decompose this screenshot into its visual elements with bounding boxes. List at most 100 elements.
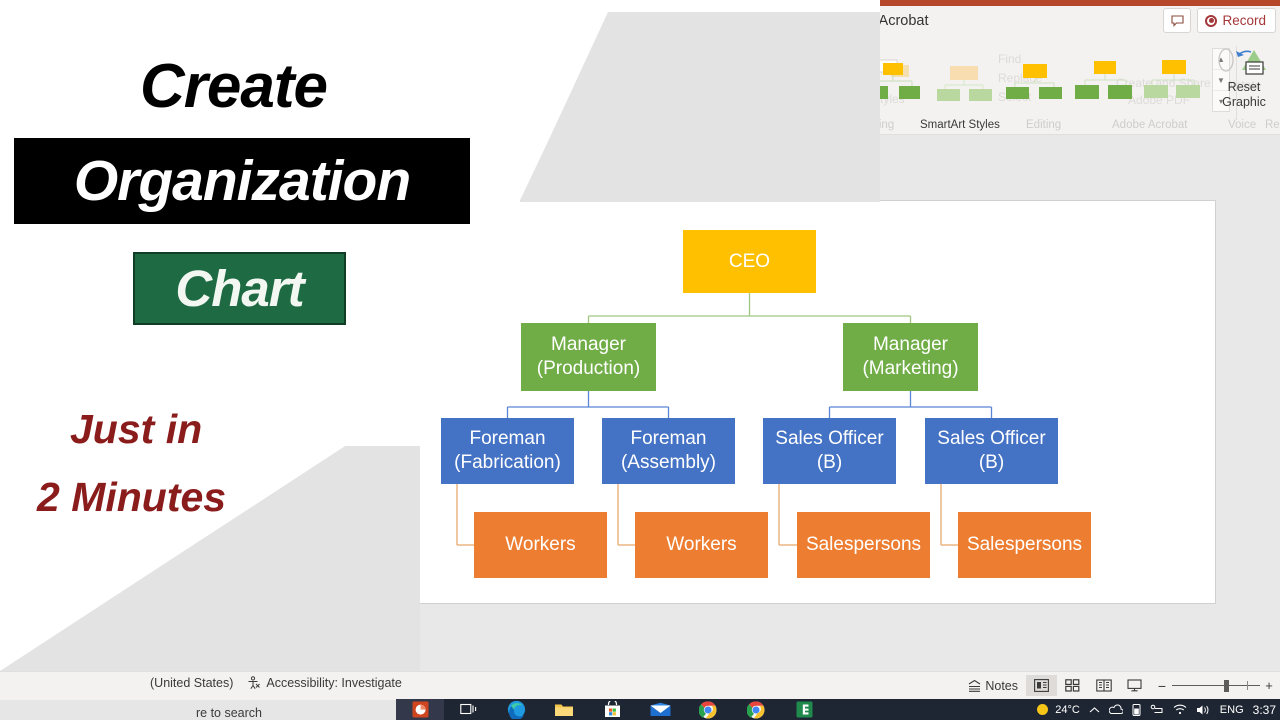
org-node-label: Salespersons <box>966 534 1083 555</box>
reset-graphic-icon <box>1216 46 1272 80</box>
org-node-mgr_mkt[interactable]: Manager (Marketing) <box>843 323 978 391</box>
taskbar-search-hint[interactable]: re to search <box>196 706 262 720</box>
taskbar-powerpoint[interactable] <box>396 699 444 720</box>
weather-temp: 24°C <box>1055 703 1080 716</box>
headline-chart-box: Chart <box>133 252 346 325</box>
view-normal[interactable] <box>1026 675 1057 696</box>
zoom-in-button[interactable]: + <box>1264 678 1274 693</box>
group-label-editing: Editing <box>1026 119 1062 131</box>
comments-button[interactable] <box>1163 8 1192 33</box>
org-node-fm_asm[interactable]: Foreman (Assembly) <box>602 418 735 484</box>
zoom-slider-thumb[interactable] <box>1224 679 1229 692</box>
org-node-sp_1[interactable]: Salespersons <box>797 512 930 578</box>
smartart-style-4[interactable] <box>1000 47 1069 119</box>
excel-icon <box>796 701 812 718</box>
group-label-reset: Res <box>1265 119 1280 131</box>
group-label-adobe-acrobat: Adobe Acrobat <box>1112 119 1188 131</box>
org-node-label: Foreman (Fabrication) <box>454 428 561 473</box>
weather-widget[interactable]: 24°C <box>1035 702 1080 717</box>
org-node-label: Manager (Production) <box>536 334 641 379</box>
status-bar-left: (United States) Accessibility: Investiga… <box>150 676 402 690</box>
view-reading[interactable] <box>1088 675 1119 696</box>
org-node-so_b[interactable]: Sales Officer (B) <box>925 418 1058 484</box>
org-node-label: Workers <box>505 534 576 555</box>
org-node-label: CEO <box>728 250 771 272</box>
notes-label: Notes <box>985 678 1018 693</box>
taskbar-excel[interactable] <box>780 699 828 720</box>
smartart-style-6[interactable] <box>1139 47 1208 119</box>
zoom-slider-tick <box>1247 680 1248 690</box>
accessibility-label: Accessibility: Investigate <box>266 676 402 690</box>
group-label-voice: Voice <box>1228 119 1257 131</box>
language-indicator[interactable]: (United States) <box>150 676 233 690</box>
battery-tray[interactable] <box>1132 703 1141 717</box>
ribbon-right-commands: Record <box>1163 8 1276 33</box>
bluetooth-tray[interactable] <box>1150 704 1164 716</box>
status-bar-right: Notes − + <box>959 675 1274 696</box>
reading-view-icon <box>1095 679 1112 692</box>
volume-tray[interactable] <box>1196 704 1211 716</box>
folder-icon <box>555 704 573 716</box>
org-node-fm_fab[interactable]: Foreman (Fabrication) <box>441 418 574 484</box>
smartart-style-3[interactable] <box>931 47 1000 119</box>
show-hidden-icons[interactable] <box>1089 706 1100 714</box>
taskbar-chrome-2[interactable] <box>732 699 780 720</box>
tab-acrobat[interactable]: Acrobat <box>877 10 931 32</box>
accessibility-status[interactable]: Accessibility: Investigate <box>247 676 402 690</box>
org-node-wk_1[interactable]: Workers <box>474 512 607 578</box>
taskbar-edge[interactable] <box>492 699 540 720</box>
network-tray[interactable] <box>1173 704 1187 715</box>
record-button[interactable]: Record <box>1197 8 1276 33</box>
powerpoint-icon <box>412 701 428 718</box>
bluetooth-icon <box>1150 704 1163 713</box>
language-tray[interactable]: ENG <box>1220 704 1244 716</box>
org-node-label: Salespersons <box>805 534 922 555</box>
notes-button[interactable]: Notes <box>959 675 1026 696</box>
headline-minutes: 2 Minutes <box>37 474 227 520</box>
org-node-so_a[interactable]: Sales Officer (B) <box>763 418 896 484</box>
headline-create: Create <box>140 52 328 121</box>
org-node-label: Workers <box>666 534 737 555</box>
notes-icon <box>967 679 982 692</box>
view-slideshow[interactable] <box>1119 675 1150 696</box>
chrome-icon <box>747 700 765 718</box>
wifi-icon <box>1173 704 1187 715</box>
clock[interactable]: 3:37 <box>1253 703 1276 717</box>
taskbar-file-explorer[interactable] <box>540 699 588 720</box>
onedrive-tray[interactable] <box>1108 704 1123 715</box>
org-node-mgr_prod[interactable]: Manager (Production) <box>521 323 656 391</box>
normal-view-icon <box>1034 679 1049 692</box>
smartart-style-5[interactable] <box>1069 47 1138 119</box>
accessibility-icon <box>247 676 261 690</box>
taskbar-mail[interactable] <box>636 699 684 720</box>
taskbar-store[interactable] <box>588 699 636 720</box>
slideshow-icon <box>1127 679 1142 692</box>
headline-organization: Organization <box>73 149 411 213</box>
windows-taskbar: 24°C ENG 3:37 <box>396 699 1280 720</box>
headline-just-in: Just in <box>70 406 203 452</box>
comment-icon <box>1171 14 1184 27</box>
org-node-label: Sales Officer (B) <box>937 428 1046 473</box>
slide-sorter-icon <box>1065 679 1080 692</box>
taskbar-chrome[interactable] <box>684 699 732 720</box>
zoom-out-button[interactable]: − <box>1156 678 1168 694</box>
store-icon <box>604 701 620 717</box>
zoom-slider[interactable] <box>1172 679 1260 692</box>
chrome-icon <box>699 700 717 718</box>
record-label: Record <box>1222 13 1266 28</box>
onedrive-icon <box>1108 704 1123 714</box>
powerpoint-window: Review View Help Acrobat Record Shapes A… <box>0 0 1280 720</box>
reset-graphic-button[interactable]: Reset Graphic <box>1216 46 1272 110</box>
task-view-icon <box>459 703 476 714</box>
taskbar-task-view[interactable] <box>444 699 492 720</box>
org-node-ceo[interactable]: CEO <box>683 230 816 293</box>
org-node-wk_2[interactable]: Workers <box>635 512 768 578</box>
zoom-control[interactable]: − + <box>1156 678 1274 694</box>
view-slide-sorter[interactable] <box>1057 675 1088 696</box>
org-node-label: Foreman (Assembly) <box>620 428 716 473</box>
reset-graphic-label-1: Reset <box>1227 80 1261 94</box>
system-tray: 24°C ENG 3:37 <box>1035 699 1276 720</box>
org-node-sp_2[interactable]: Salespersons <box>958 512 1091 578</box>
battery-icon <box>1132 703 1141 716</box>
chevron-up-icon <box>1089 706 1100 712</box>
